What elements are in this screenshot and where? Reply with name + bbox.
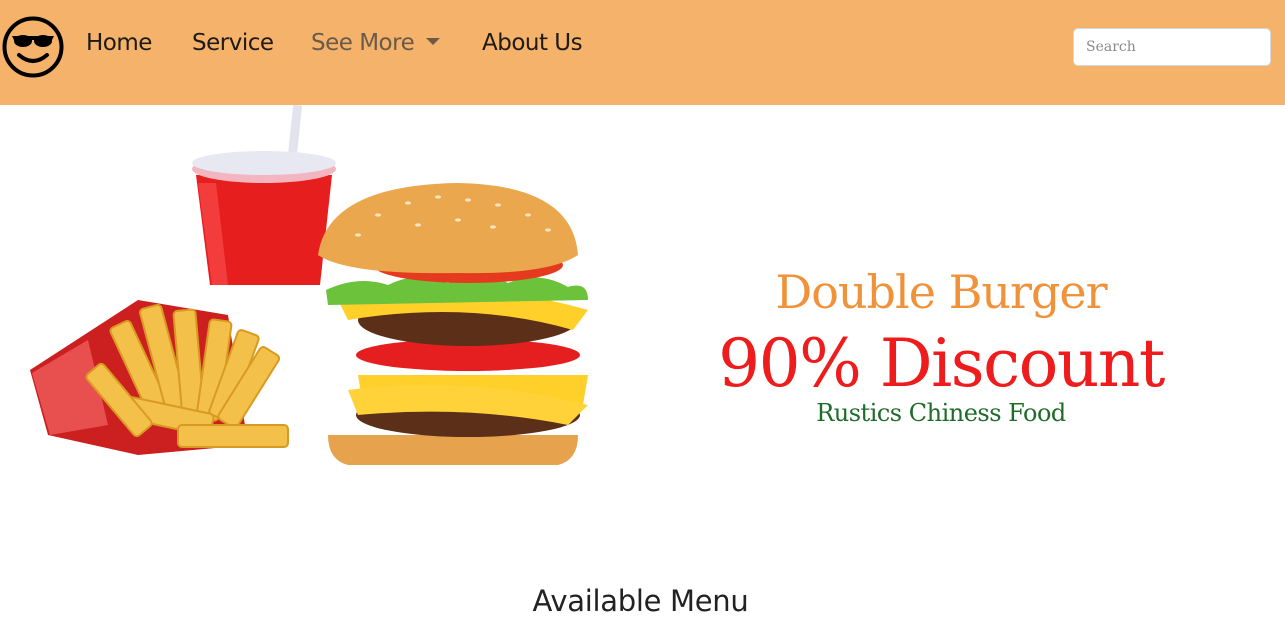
caret-down-icon bbox=[426, 38, 441, 45]
promo-subtitle: Rustics Chiness Food bbox=[816, 399, 1066, 427]
promo-title: Double Burger bbox=[775, 265, 1107, 319]
nav-about-link[interactable]: About Us bbox=[482, 30, 583, 56]
sunglasses-smiley-icon[interactable] bbox=[2, 16, 64, 78]
nav-see-more-label: See More bbox=[311, 30, 415, 56]
nav-see-more-dropdown[interactable]: See More bbox=[311, 30, 441, 56]
navbar: Home Service See More About Us bbox=[0, 0, 1285, 105]
nav-service-link[interactable]: Service bbox=[192, 30, 274, 56]
nav-home-link[interactable]: Home bbox=[86, 30, 152, 56]
promo-discount: 90% Discount bbox=[718, 325, 1165, 402]
search-input[interactable] bbox=[1073, 28, 1271, 66]
burger-fries-drink-image bbox=[30, 105, 588, 465]
section-title: Available Menu bbox=[532, 584, 749, 618]
promo-banner: Double Burger 90% Discount Rustics Chine… bbox=[700, 262, 1182, 428]
